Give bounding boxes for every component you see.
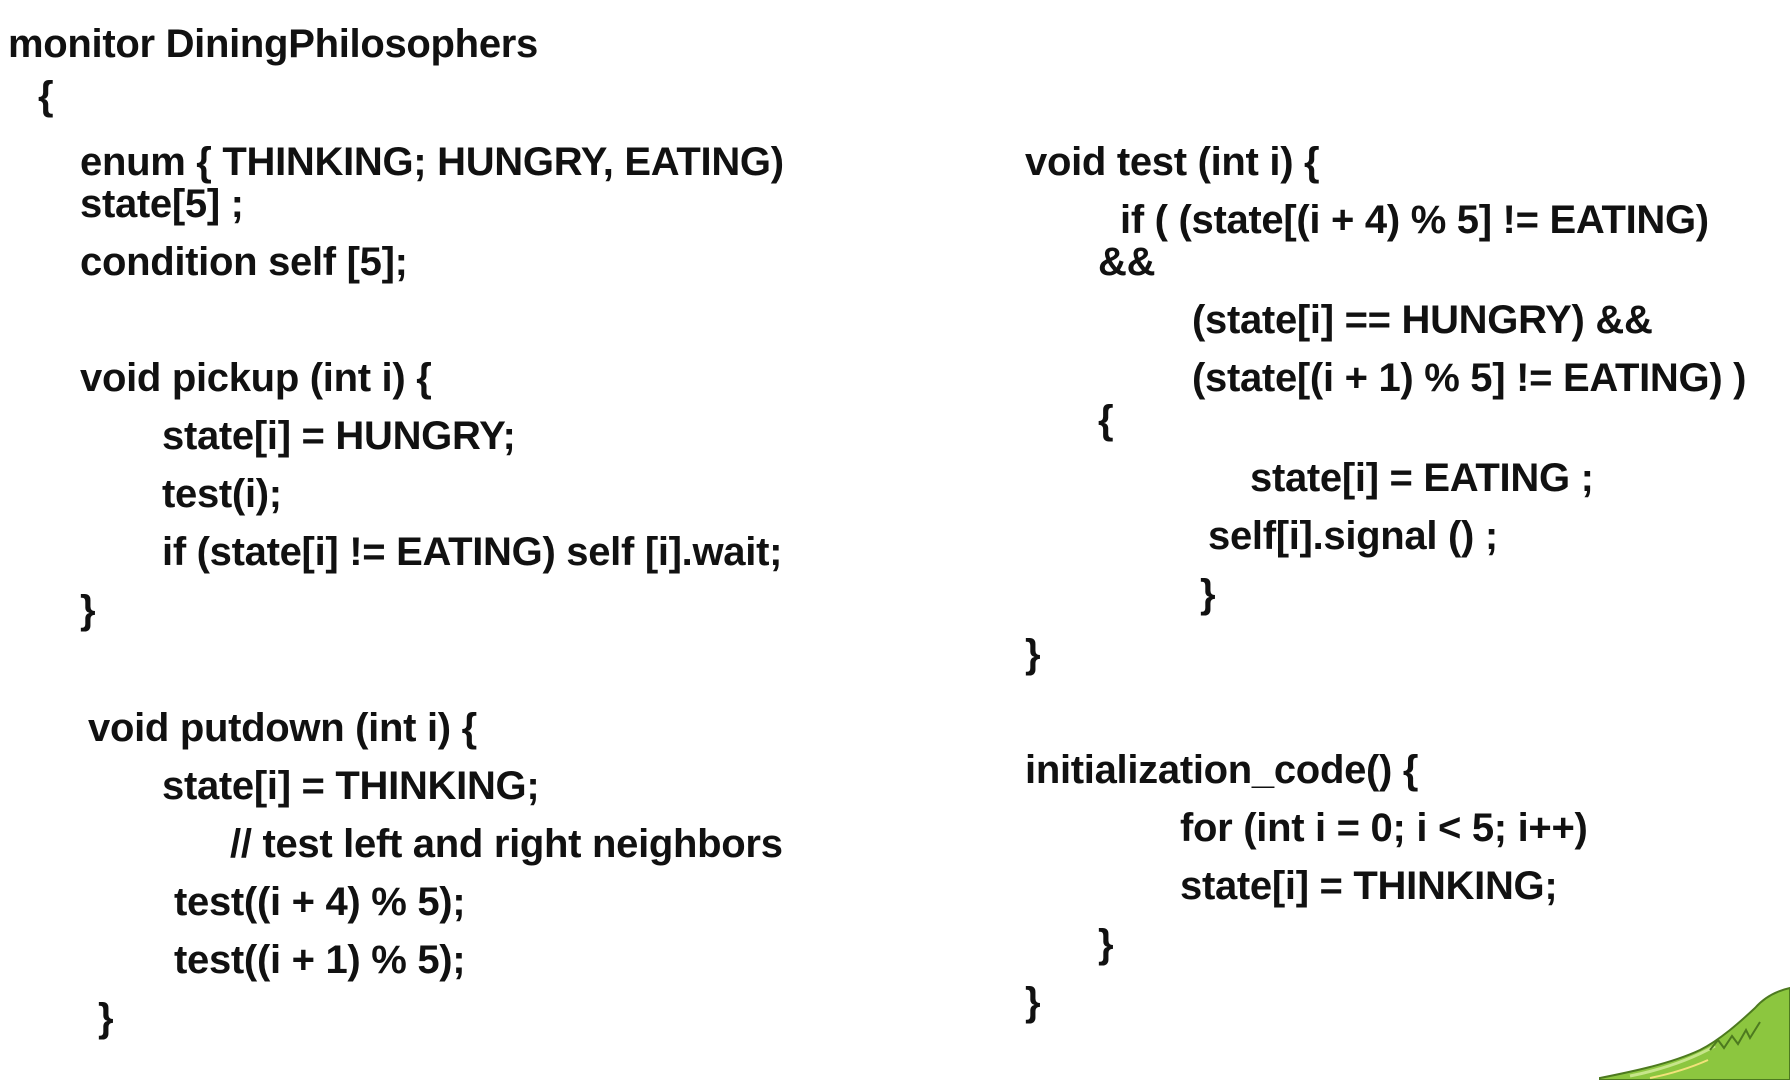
condition-declaration: condition self [5]; xyxy=(80,240,408,284)
putdown-close-brace: } xyxy=(98,996,114,1040)
state-array-declaration: state[5] ; xyxy=(80,182,244,226)
enum-declaration: enum { THINKING; HUNGRY, EATING) xyxy=(80,140,784,184)
putdown-test-right: test((i + 1) % 5); xyxy=(174,938,466,982)
init-signature: initialization_code() { xyxy=(1025,748,1419,792)
init-for-loop: for (int i = 0; i < 5; i++) xyxy=(1180,806,1588,850)
test-block-close-brace: } xyxy=(1200,572,1216,616)
test-hungry-check: (state[i] == HUNGRY) && xyxy=(1192,298,1653,342)
putdown-set-thinking: state[i] = THINKING; xyxy=(162,764,540,808)
pickup-test-call: test(i); xyxy=(162,472,282,516)
init-set-thinking: state[i] = THINKING; xyxy=(1180,864,1558,908)
putdown-signature: void putdown (int i) { xyxy=(88,706,477,750)
test-if-left-neighbor: if ( (state[(i + 4) % 5] != EATING) xyxy=(1120,198,1709,242)
monitor-open-brace: { xyxy=(38,74,54,118)
test-signature: void test (int i) { xyxy=(1025,140,1320,184)
pickup-close-brace: } xyxy=(80,588,96,632)
pickup-signature: void pickup (int i) { xyxy=(80,356,432,400)
putdown-comment: // test left and right neighbors xyxy=(230,822,783,866)
putdown-test-left: test((i + 4) % 5); xyxy=(174,880,466,924)
pickup-wait-condition: if (state[i] != EATING) self [i].wait; xyxy=(162,530,783,574)
test-signal-call: self[i].signal () ; xyxy=(1208,514,1498,558)
test-close-brace: } xyxy=(1025,632,1041,676)
init-close-brace: } xyxy=(1025,980,1041,1024)
pickup-set-hungry: state[i] = HUNGRY; xyxy=(162,414,516,458)
test-right-neighbor: (state[(i + 1) % 5] != EATING) ) xyxy=(1192,356,1747,400)
test-set-eating: state[i] = EATING ; xyxy=(1250,456,1594,500)
test-and-operator: && xyxy=(1098,240,1156,284)
dinosaur-logo-icon xyxy=(1599,986,1790,1080)
init-loop-close-brace: } xyxy=(1098,922,1114,966)
test-block-open-brace: { xyxy=(1098,398,1114,442)
monitor-declaration: monitor DiningPhilosophers xyxy=(8,22,538,66)
